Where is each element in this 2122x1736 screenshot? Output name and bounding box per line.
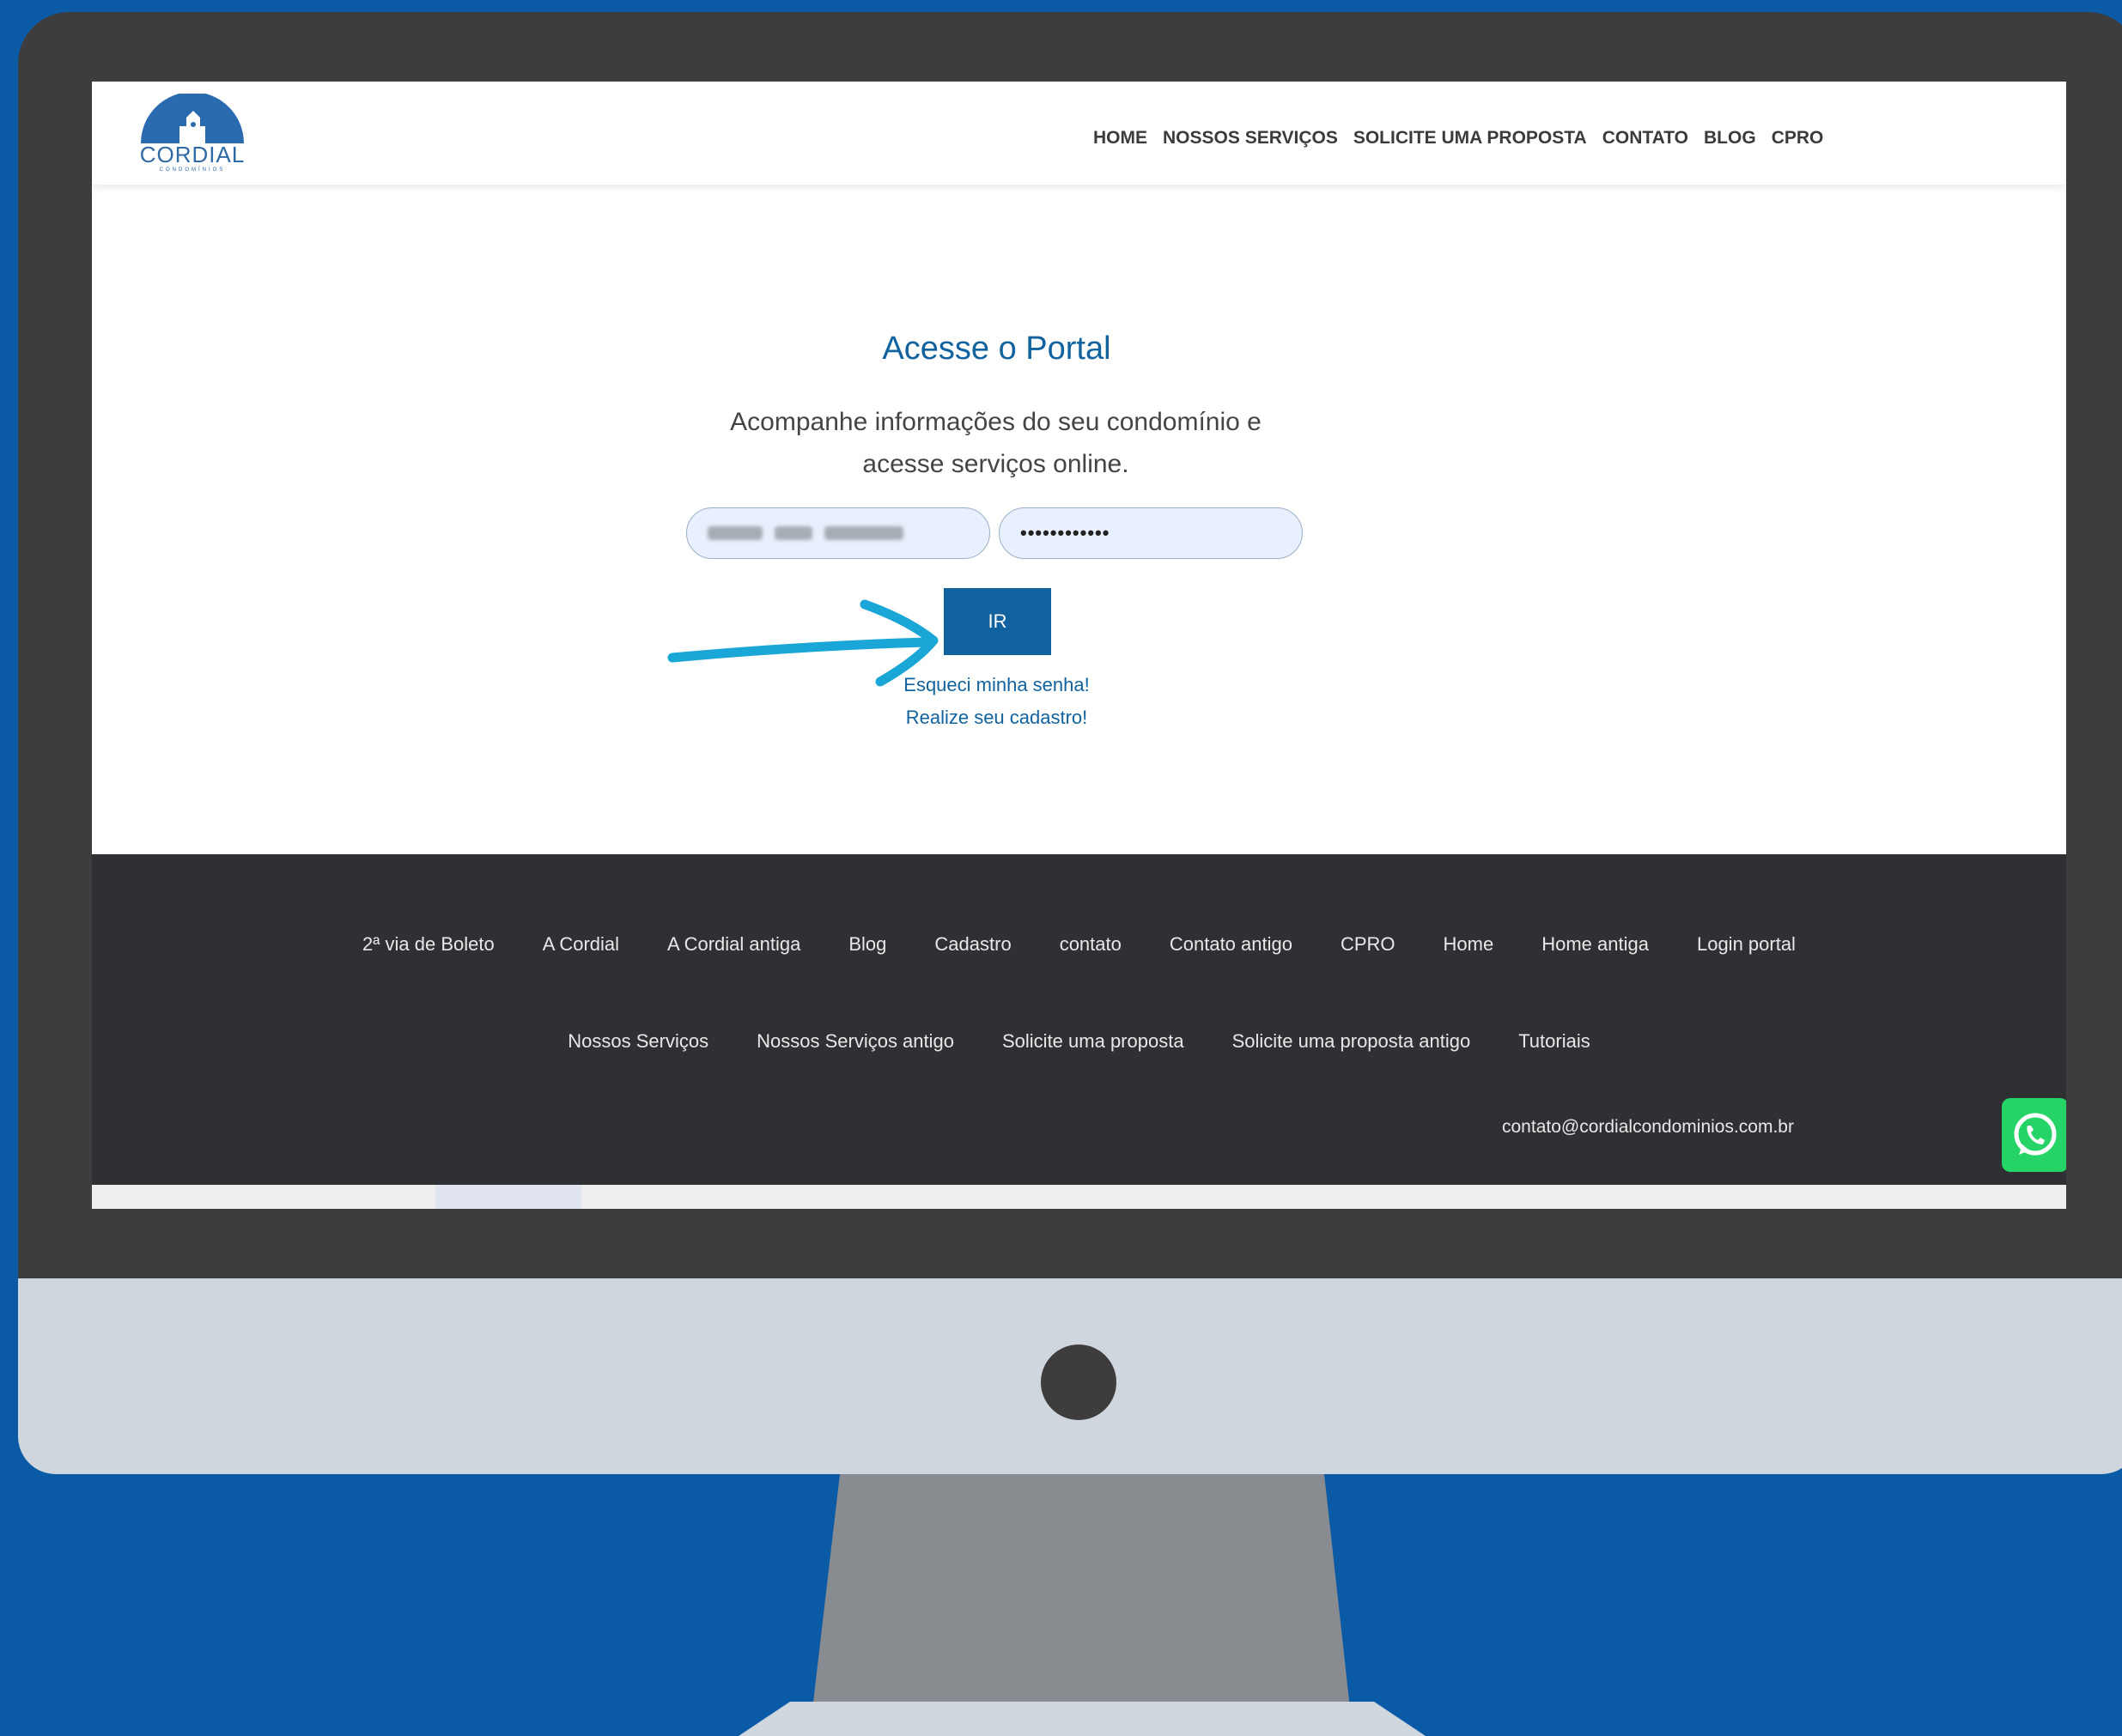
redacted-text: [824, 526, 903, 540]
redacted-text: [775, 526, 812, 540]
footer-link[interactable]: 2ª via de Boleto: [362, 933, 495, 956]
footer-email[interactable]: contato@cordialcondominios.com.br: [1502, 1117, 1794, 1138]
forgot-password-link[interactable]: Esqueci minha senha!: [92, 674, 1901, 696]
nav-contato[interactable]: CONTATO: [1602, 128, 1688, 149]
whatsapp-icon[interactable]: [2002, 1098, 2066, 1172]
footer-link[interactable]: A Cordial: [543, 933, 619, 956]
strip-tab: [435, 1185, 581, 1209]
nav-cpro[interactable]: CPRO: [1772, 128, 1824, 149]
nav-blog[interactable]: BLOG: [1704, 128, 1756, 149]
footer-links-row-1: 2ª via de Boleto A Cordial A Cordial ant…: [92, 933, 2066, 956]
nav-nossos-servicos[interactable]: NOSSOS SERVIÇOS: [1163, 128, 1338, 149]
footer-link[interactable]: Home: [1444, 933, 1494, 956]
redacted-text: [708, 526, 763, 540]
monitor-stand-base: [739, 1702, 1426, 1736]
cordial-logo-icon[interactable]: CORDIAL CONDOMÍNIOS: [137, 92, 248, 176]
browser-screen: CORDIAL CONDOMÍNIOS HOME NOSSOS SERVIÇOS…: [92, 82, 2066, 1209]
footer-link[interactable]: Nossos Serviços: [568, 1030, 708, 1053]
footer-link[interactable]: Nossos Serviços antigo: [757, 1030, 954, 1053]
footer-link[interactable]: Cadastro: [934, 933, 1011, 956]
nav-solicite-proposta[interactable]: SOLICITE UMA PROPOSTA: [1353, 128, 1587, 149]
footer-link[interactable]: Home antiga: [1541, 933, 1649, 956]
main-nav: HOME NOSSOS SERVIÇOS SOLICITE UMA PROPOS…: [1093, 128, 1823, 149]
footer-links-row-2: Nossos Serviços Nossos Serviços antigo S…: [92, 1030, 2066, 1053]
footer-link[interactable]: CPRO: [1341, 933, 1395, 956]
footer-link[interactable]: Solicite uma proposta: [1002, 1030, 1184, 1053]
logo-subtext: CONDOMÍNIOS: [159, 167, 226, 173]
site-header: CORDIAL CONDOMÍNIOS HOME NOSSOS SERVIÇOS…: [92, 82, 2066, 185]
page-title: Acesse o Portal: [882, 331, 1111, 367]
monitor-camera: [1041, 1344, 1116, 1420]
register-link[interactable]: Realize seu cadastro!: [92, 707, 1901, 729]
footer-link[interactable]: contato: [1060, 933, 1122, 956]
logo-text: CORDIAL: [139, 142, 246, 167]
footer-link[interactable]: Contato antigo: [1170, 933, 1292, 956]
footer-link[interactable]: Tutoriais: [1518, 1030, 1590, 1053]
username-input[interactable]: [686, 507, 990, 559]
footer-link[interactable]: Blog: [848, 933, 886, 956]
footer-link[interactable]: Solicite uma proposta antigo: [1232, 1030, 1471, 1053]
monitor-stand: [810, 1474, 1353, 1732]
password-input[interactable]: ••••••••••••: [999, 507, 1303, 559]
bottom-strip: [92, 1185, 2066, 1209]
submit-button[interactable]: IR: [944, 588, 1051, 655]
password-value: ••••••••••••: [1020, 522, 1110, 543]
footer-link[interactable]: Login portal: [1697, 933, 1796, 956]
page-subtitle: Acompanhe informações do seu condomínio …: [730, 408, 1262, 478]
nav-home[interactable]: HOME: [1093, 128, 1147, 149]
footer-link[interactable]: A Cordial antiga: [667, 933, 800, 956]
